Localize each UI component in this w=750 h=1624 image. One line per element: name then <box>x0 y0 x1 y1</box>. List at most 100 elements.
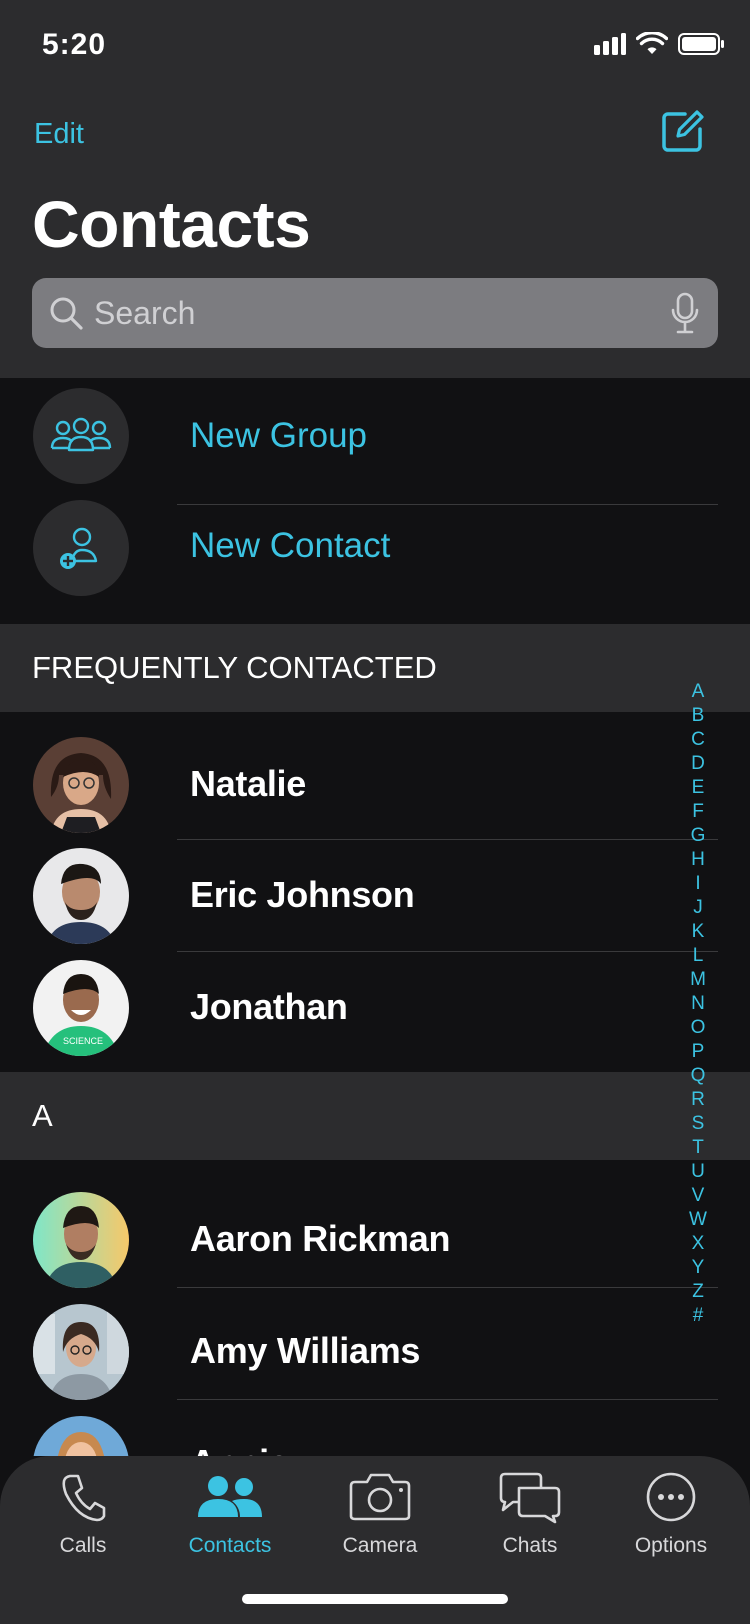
tab-contacts[interactable]: Contacts <box>160 1468 300 1568</box>
tab-label: Calls <box>59 1534 107 1557</box>
tab-bar: Calls Contacts Camera Chats Options <box>0 1456 750 1624</box>
phone-icon <box>62 1474 106 1522</box>
index-letter[interactable]: E <box>692 776 705 800</box>
search-bar[interactable] <box>32 278 718 348</box>
header: Edit Contacts <box>0 90 750 378</box>
contact-row[interactable]: Natalie <box>0 729 750 841</box>
contact-name: Natalie <box>190 763 306 804</box>
tab-label: Contacts <box>188 1534 272 1557</box>
chat-bubbles-icon <box>499 1472 561 1524</box>
microphone-icon[interactable] <box>670 292 700 334</box>
index-letter[interactable]: O <box>691 1016 706 1040</box>
more-options-icon <box>646 1472 696 1522</box>
status-icons <box>594 32 724 56</box>
contact-row[interactable]: Aaron Rickman <box>0 1184 750 1296</box>
contact-photo-icon <box>33 1192 129 1288</box>
search-input[interactable] <box>94 278 654 348</box>
index-letter[interactable]: I <box>695 872 700 896</box>
contact-row[interactable]: Annie <box>0 1408 750 1456</box>
svg-text:SCIENCE: SCIENCE <box>63 1036 103 1046</box>
battery-icon <box>678 33 724 55</box>
index-letter[interactable]: B <box>692 704 705 728</box>
index-letter[interactable]: Y <box>692 1256 705 1280</box>
contact-photo-icon <box>33 737 129 833</box>
new-contact-row[interactable]: New Contact <box>0 492 750 604</box>
contact-name: Annie <box>190 1442 289 1456</box>
tab-calls[interactable]: Calls <box>13 1468 153 1568</box>
contact-name: Eric Johnson <box>190 874 415 915</box>
contact-name: Amy Williams <box>190 1330 421 1371</box>
contact-photo-icon <box>33 1304 129 1400</box>
section-header-a: A <box>0 1072 750 1160</box>
index-letter[interactable]: J <box>693 896 703 920</box>
tab-options[interactable]: Options <box>601 1468 741 1568</box>
new-contact-avatar <box>33 500 129 596</box>
avatar <box>33 848 129 944</box>
index-letter[interactable]: K <box>692 920 705 944</box>
tab-label: Chats <box>502 1534 558 1557</box>
divider <box>177 1287 718 1288</box>
page-title: Contacts <box>32 187 311 261</box>
avatar <box>33 1192 129 1288</box>
index-letter[interactable]: # <box>693 1304 704 1328</box>
index-letter[interactable]: T <box>692 1136 704 1160</box>
frequent-contacts-list: Natalie Eric Johnson SCIENCE Jonathan <box>0 712 750 1072</box>
index-letter[interactable]: D <box>691 752 705 776</box>
index-letter[interactable]: Q <box>691 1064 706 1088</box>
avatar <box>33 1416 129 1456</box>
alphabet-index[interactable]: A B C D E F G H I J K L M N O P Q R S T U V W X Y Z # <box>686 680 710 1328</box>
index-letter[interactable]: W <box>689 1208 707 1232</box>
contact-photo-icon: SCIENCE <box>33 960 129 1056</box>
tab-camera[interactable]: Camera <box>310 1468 450 1568</box>
new-group-label: New Group <box>190 416 368 455</box>
tab-chats[interactable]: Chats <box>460 1468 600 1568</box>
new-group-row[interactable]: New Group <box>0 380 750 492</box>
index-letter[interactable]: N <box>691 992 705 1016</box>
search-icon <box>50 297 83 330</box>
wifi-icon <box>636 32 668 54</box>
contact-name: Jonathan <box>190 986 348 1027</box>
a-contacts-list: Aaron Rickman Amy Williams <box>0 1160 750 1456</box>
status-time: 5:20 <box>42 28 107 61</box>
divider <box>177 1399 718 1400</box>
index-letter[interactable]: C <box>691 728 705 752</box>
section-title: FREQUENTLY CONTACTED <box>32 650 437 685</box>
index-letter[interactable]: M <box>690 968 706 992</box>
status-bar: 5:20 <box>0 0 750 90</box>
index-letter[interactable]: Z <box>692 1280 704 1304</box>
avatar <box>33 737 129 833</box>
contact-photo-icon <box>33 1416 129 1456</box>
avatar: SCIENCE <box>33 960 129 1056</box>
section-header-frequent: FREQUENTLY CONTACTED <box>0 624 750 712</box>
contact-row[interactable]: Eric Johnson <box>0 840 750 952</box>
compose-icon[interactable] <box>660 108 706 154</box>
cellular-signal-icon <box>594 33 626 55</box>
tab-label: Camera <box>342 1534 418 1557</box>
new-contact-label: New Contact <box>190 526 391 565</box>
index-letter[interactable]: X <box>692 1232 705 1256</box>
index-letter[interactable]: U <box>691 1160 705 1184</box>
index-letter[interactable]: F <box>692 800 704 824</box>
camera-icon <box>349 1473 411 1521</box>
new-group-avatar <box>33 388 129 484</box>
group-icon <box>50 417 112 452</box>
quick-actions: New Group New Contact <box>0 378 750 624</box>
section-title: A <box>32 1098 53 1133</box>
index-letter[interactable]: H <box>691 848 705 872</box>
edit-button[interactable]: Edit <box>34 118 84 151</box>
index-letter[interactable]: V <box>692 1184 705 1208</box>
index-letter[interactable]: L <box>693 944 704 968</box>
contact-photo-icon <box>33 848 129 944</box>
index-letter[interactable]: A <box>692 680 705 704</box>
contact-row[interactable]: SCIENCE Jonathan <box>0 952 750 1064</box>
contact-row[interactable]: Amy Williams <box>0 1296 750 1408</box>
home-indicator <box>242 1594 508 1604</box>
index-letter[interactable]: S <box>692 1112 705 1136</box>
index-letter[interactable]: P <box>692 1040 705 1064</box>
tab-label: Options <box>634 1534 708 1557</box>
avatar <box>33 1304 129 1400</box>
index-letter[interactable]: G <box>691 824 706 848</box>
contact-name: Aaron Rickman <box>190 1218 451 1259</box>
index-letter[interactable]: R <box>691 1088 705 1112</box>
add-contact-icon <box>60 527 98 569</box>
